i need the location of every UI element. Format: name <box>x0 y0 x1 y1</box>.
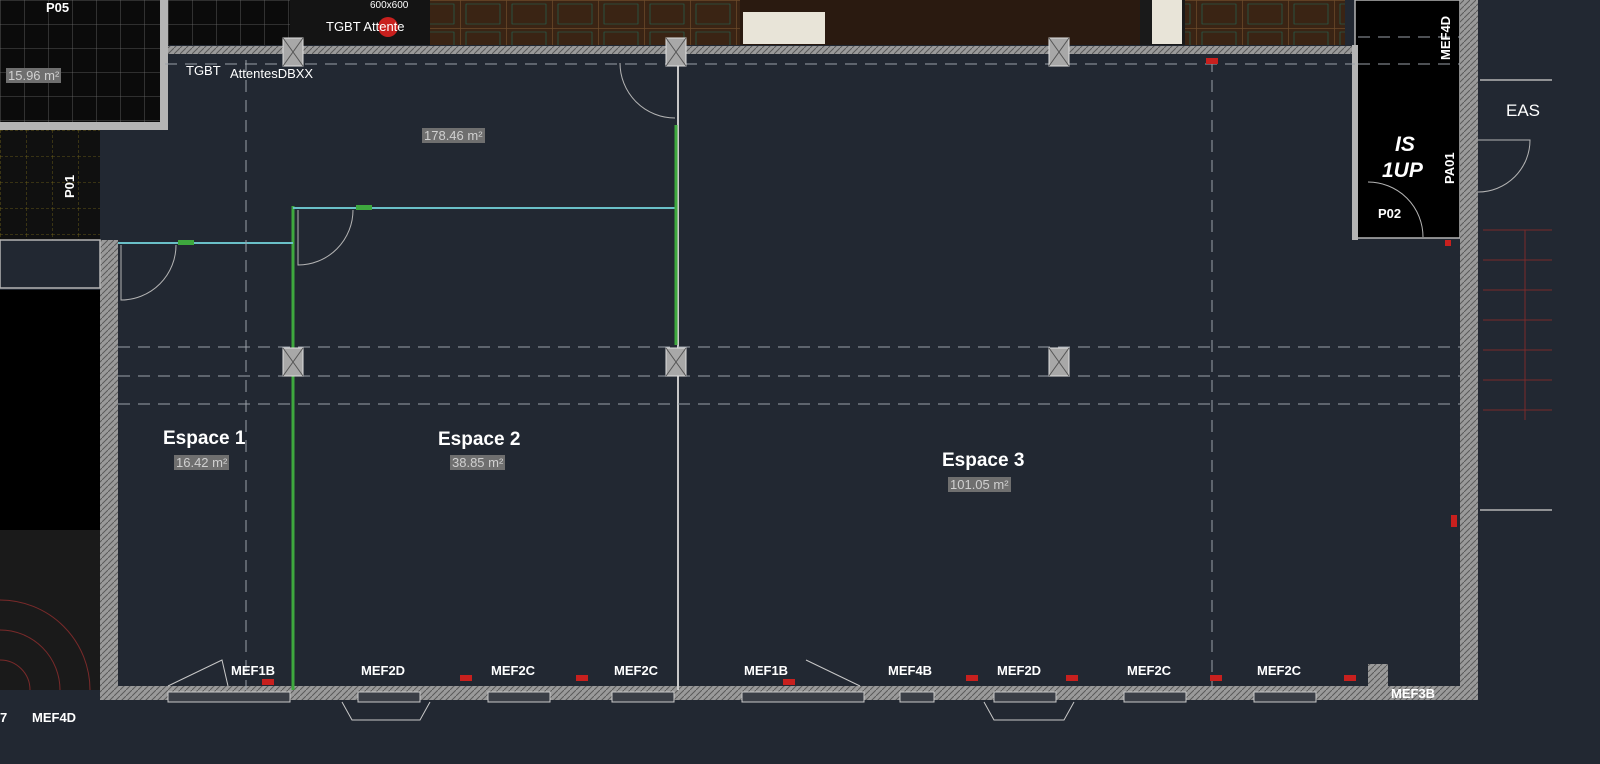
left-stair-block <box>0 290 100 691</box>
area-label-178-46: 178.46 m² <box>422 128 485 143</box>
dashed-grid-lines <box>118 36 1460 690</box>
space-3-area: 101.05 m² <box>948 477 1011 492</box>
mef4d-vertical-label: MEF4D <box>1438 15 1453 60</box>
mef4d-label: MEF4D <box>32 710 77 725</box>
facade-tag: MEF2D <box>997 663 1042 678</box>
space-2-name: Espace 2 <box>438 429 521 450</box>
tgbt-attente-label: TGBT Attente <box>326 19 405 34</box>
top-rooms <box>0 0 1345 240</box>
eas-label: EAS <box>1506 101 1541 120</box>
mef3b-label: MEF3B <box>1391 686 1436 701</box>
space-1-area: 16.42 m² <box>174 455 230 470</box>
edge-digit-label: 7 <box>0 710 8 725</box>
facade-tag: MEF2C <box>1257 663 1302 678</box>
is-label: IS <box>1395 133 1415 156</box>
right-stair <box>1480 79 1552 511</box>
facade-tag: MEF1B <box>744 663 789 678</box>
space-2-area: 38.85 m² <box>450 455 506 470</box>
tile-size-label: 600x600 <box>370 0 409 11</box>
door-tag-p02: P02 <box>1378 206 1402 221</box>
space-3-name: Espace 3 <box>942 450 1025 471</box>
tgbt-label: TGBT <box>186 63 221 78</box>
facade-tag: MEF4B <box>888 663 933 678</box>
1up-label: 1UP <box>1382 159 1423 182</box>
pa01-vertical-label: PA01 <box>1442 152 1457 184</box>
facade-tag: MEF1B <box>231 663 276 678</box>
facade-tag: MEF2D <box>361 663 406 678</box>
door-tag-p01: P01 <box>62 174 77 198</box>
floor-plan-canvas <box>0 0 1552 721</box>
door-swings <box>120 62 1531 301</box>
facade-tag: MEF2C <box>1127 663 1172 678</box>
area-label-15-96: 15.96 m² <box>6 68 62 83</box>
space-1-name: Espace 1 <box>163 428 246 449</box>
partitions <box>118 60 679 690</box>
facade-tag: MEF2C <box>491 663 536 678</box>
walls <box>0 0 1478 700</box>
red-markers <box>262 17 1457 685</box>
attentes-dbxx-label: AttentesDBXX <box>230 66 314 81</box>
facade-tag: MEF2C <box>614 663 659 678</box>
room-tag-p05: P05 <box>46 0 70 15</box>
